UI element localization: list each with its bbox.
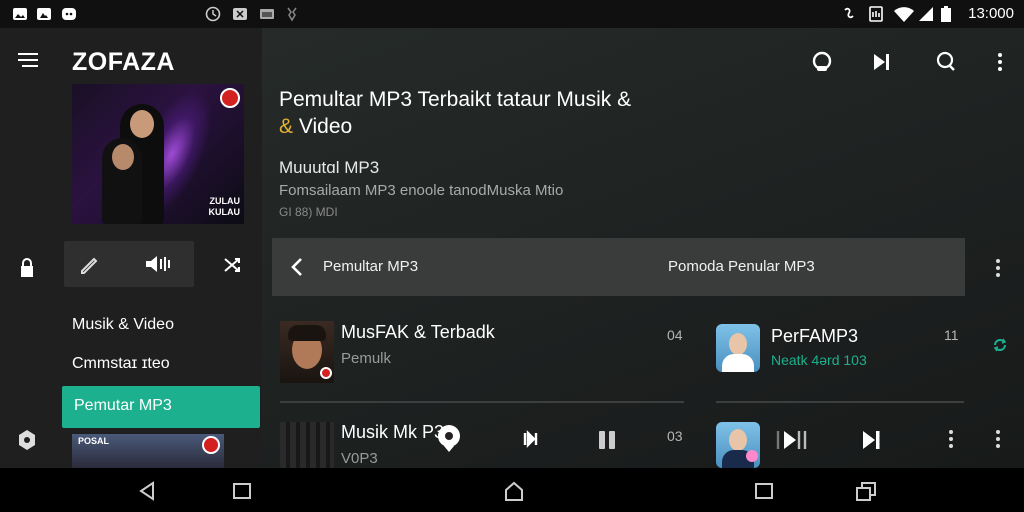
battery-icon [941, 6, 951, 22]
pause-icon[interactable] [596, 429, 618, 451]
pencil-icon[interactable] [78, 253, 100, 275]
header-bar-right-label[interactable]: Pomoda Penular MP3 [668, 258, 815, 275]
record-badge-icon [220, 88, 240, 108]
clock-time: 13:000 [968, 5, 1014, 22]
navigation-bar [0, 468, 1024, 512]
album-art[interactable]: ZULAU KULAU [72, 84, 244, 224]
track-thumbnail[interactable] [716, 324, 760, 372]
menu-icon[interactable] [16, 50, 40, 70]
headset-icon[interactable] [810, 50, 834, 74]
divider [280, 401, 684, 403]
volume-icon[interactable] [144, 253, 178, 275]
sidebar-item-video[interactable]: Cmmstaɪ ɪteo [72, 355, 170, 373]
track-title[interactable]: MusFAK & Terbadk [341, 322, 495, 343]
playlist-thumbnail-text: POSAL [78, 436, 110, 446]
photo-icon [37, 8, 51, 20]
headline-amp: & [279, 115, 294, 138]
status-bar: 13:000 [0, 0, 1024, 28]
header-bar: Pemultar MP3 Pomoda Penular MP3 [272, 238, 965, 296]
section-meta: GI 88) MDI [279, 205, 338, 219]
header-bar-left-label[interactable]: Pemultar MP3 [323, 258, 418, 275]
clock-icon [205, 6, 221, 22]
playlist-thumbnail[interactable]: POSAL [72, 434, 224, 468]
record-badge-icon [320, 367, 332, 379]
skip-icon[interactable] [774, 428, 810, 452]
multi-window-icon[interactable] [855, 480, 877, 502]
media-icon [233, 8, 247, 20]
sidebar-item-pemutar-mp3[interactable]: Pemutar MP3 [62, 386, 260, 428]
more-vert-icon[interactable] [947, 429, 955, 449]
track-number: 11 [944, 327, 959, 343]
track-subtitle: Neatk 4ǝrd 103 [771, 352, 867, 368]
cast-icon [260, 9, 274, 19]
track-subtitle: Pemulk [341, 350, 392, 367]
track-thumbnail[interactable] [716, 422, 760, 468]
sync-icon[interactable] [993, 338, 1007, 352]
image-icon [13, 8, 27, 20]
sim-icon [869, 6, 883, 22]
track-thumbnail[interactable] [280, 422, 334, 468]
recents-icon[interactable] [753, 480, 775, 502]
square-icon[interactable] [231, 480, 253, 502]
more-vert-icon[interactable] [996, 50, 1004, 74]
track-number: 04 [667, 327, 683, 343]
headline-text: Pemultar MP3 Terbaikt tataur Musik & [279, 88, 632, 111]
skip-next-icon[interactable] [523, 430, 539, 448]
more-vert-icon[interactable] [994, 429, 1002, 449]
section-description: Fomsailaam MP3 enoole tanodMuska Mtio [279, 182, 564, 199]
sidebar: ZOFAZA ZULAU KULAU Musik & Video Cmmstaɪ… [0, 28, 262, 468]
page-headline: Pemultar MP3 Terbaikt tataur Musik & & V… [279, 86, 699, 140]
track-thumbnail[interactable] [280, 321, 334, 383]
main-panel: Pemultar MP3 Terbaikt tataur Musik & & V… [262, 28, 1024, 468]
signal-icon [919, 7, 933, 21]
skip-next-icon[interactable] [860, 429, 882, 451]
back-icon[interactable] [136, 480, 158, 502]
track-subtitle: V0P3 [341, 450, 378, 467]
record-badge-icon [202, 436, 220, 454]
chat-bubble-icon [62, 8, 76, 20]
search-chat-icon[interactable] [934, 50, 958, 74]
divider [716, 401, 964, 403]
shuffle-icon[interactable] [223, 256, 241, 274]
back-chevron-icon[interactable] [290, 257, 304, 277]
track-title[interactable]: Musik Mk P3 [341, 422, 444, 443]
wifi-icon [894, 7, 914, 22]
bug-icon [287, 7, 297, 22]
lock-icon[interactable] [17, 258, 37, 278]
headline-text-2: Video [293, 115, 353, 138]
location-pin-icon[interactable] [436, 424, 462, 452]
vibrate-icon [844, 7, 854, 19]
sidebar-item-musik-video[interactable]: Musik & Video [72, 316, 174, 334]
skip-next-icon[interactable] [870, 50, 894, 74]
track-number: 03 [667, 428, 683, 444]
sidebar-controls [64, 241, 194, 287]
album-art-text: ZULAU KULAU [208, 196, 241, 217]
track-title[interactable]: PerFAMP3 [771, 326, 858, 347]
home-icon[interactable] [503, 480, 525, 502]
app-title: ZOFAZA [72, 48, 175, 76]
section-title: Muuutɑl MP3 [279, 158, 380, 177]
sidebar-active-label: Pemutar MP3 [74, 397, 172, 414]
hexagon-icon[interactable] [17, 429, 37, 451]
more-vert-icon[interactable] [994, 258, 1002, 278]
